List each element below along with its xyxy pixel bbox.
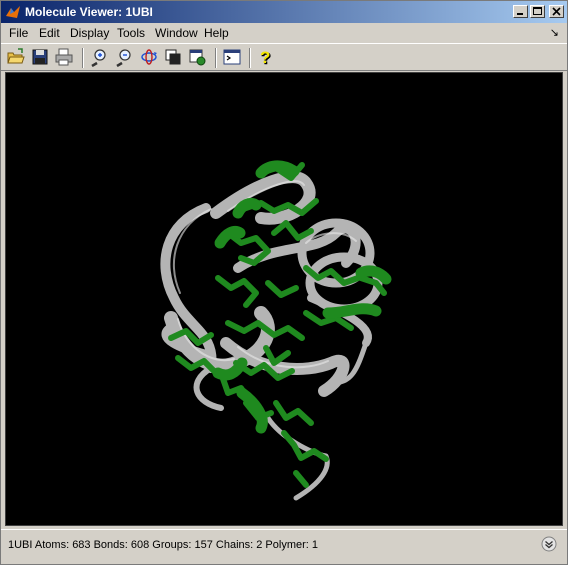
menu-display[interactable]: Display [70, 26, 109, 40]
molecule-3d-render [160, 160, 392, 501]
status-text: 1UBI Atoms: 683 Bonds: 608 Groups: 157 C… [8, 539, 319, 551]
save-icon [32, 49, 48, 65]
copy-figure-button[interactable] [163, 47, 183, 67]
zoom-out-icon [116, 49, 131, 67]
toolbar-separator [82, 48, 84, 68]
expand-icon[interactable] [541, 536, 557, 552]
close-button[interactable] [549, 5, 564, 18]
open-icon [7, 48, 25, 64]
help-icon: ? ? [260, 48, 272, 67]
rotate-icon [141, 49, 157, 65]
window-title: Molecule Viewer: 1UBI [25, 5, 153, 19]
minimize-button[interactable] [513, 5, 528, 18]
print-icon [55, 48, 73, 66]
menu-file[interactable]: File [9, 26, 28, 40]
command-window-button[interactable] [222, 47, 242, 67]
print-button[interactable] [54, 47, 74, 67]
molecule-viewer-window: Molecule Viewer: 1UBI File Edit Display … [0, 0, 568, 565]
svg-text:?: ? [260, 48, 270, 67]
dock-arrow-icon[interactable]: ↘ [550, 26, 559, 39]
status-bar: 1UBI Atoms: 683 Bonds: 608 Groups: 157 C… [1, 529, 567, 564]
save-button[interactable] [30, 47, 50, 67]
command-window-icon [223, 49, 241, 65]
molecule-canvas[interactable] [5, 72, 563, 526]
title-bar[interactable]: Molecule Viewer: 1UBI [1, 1, 567, 23]
menu-help[interactable]: Help [204, 26, 229, 40]
menu-tools[interactable]: Tools [117, 26, 145, 40]
maximize-button[interactable] [530, 5, 545, 18]
menu-edit[interactable]: Edit [39, 26, 60, 40]
export-button[interactable] [187, 47, 207, 67]
rotate-button[interactable] [139, 47, 159, 67]
zoom-in-button[interactable] [89, 47, 109, 67]
open-button[interactable] [6, 47, 26, 67]
menu-bar: File Edit Display Tools Window Help ↘ [1, 23, 567, 43]
toolbar-separator [215, 48, 217, 68]
toolbar-separator [249, 48, 251, 68]
toolbar: ? ? [1, 43, 567, 71]
ribbon-backbone [160, 171, 383, 501]
zoom-out-button[interactable] [114, 47, 134, 67]
help-button[interactable]: ? ? [256, 47, 276, 67]
zoom-in-icon [91, 49, 106, 67]
matlab-app-icon [6, 6, 20, 18]
copy-figure-icon [165, 49, 181, 65]
export-icon [189, 49, 206, 66]
menu-window[interactable]: Window [155, 26, 198, 40]
